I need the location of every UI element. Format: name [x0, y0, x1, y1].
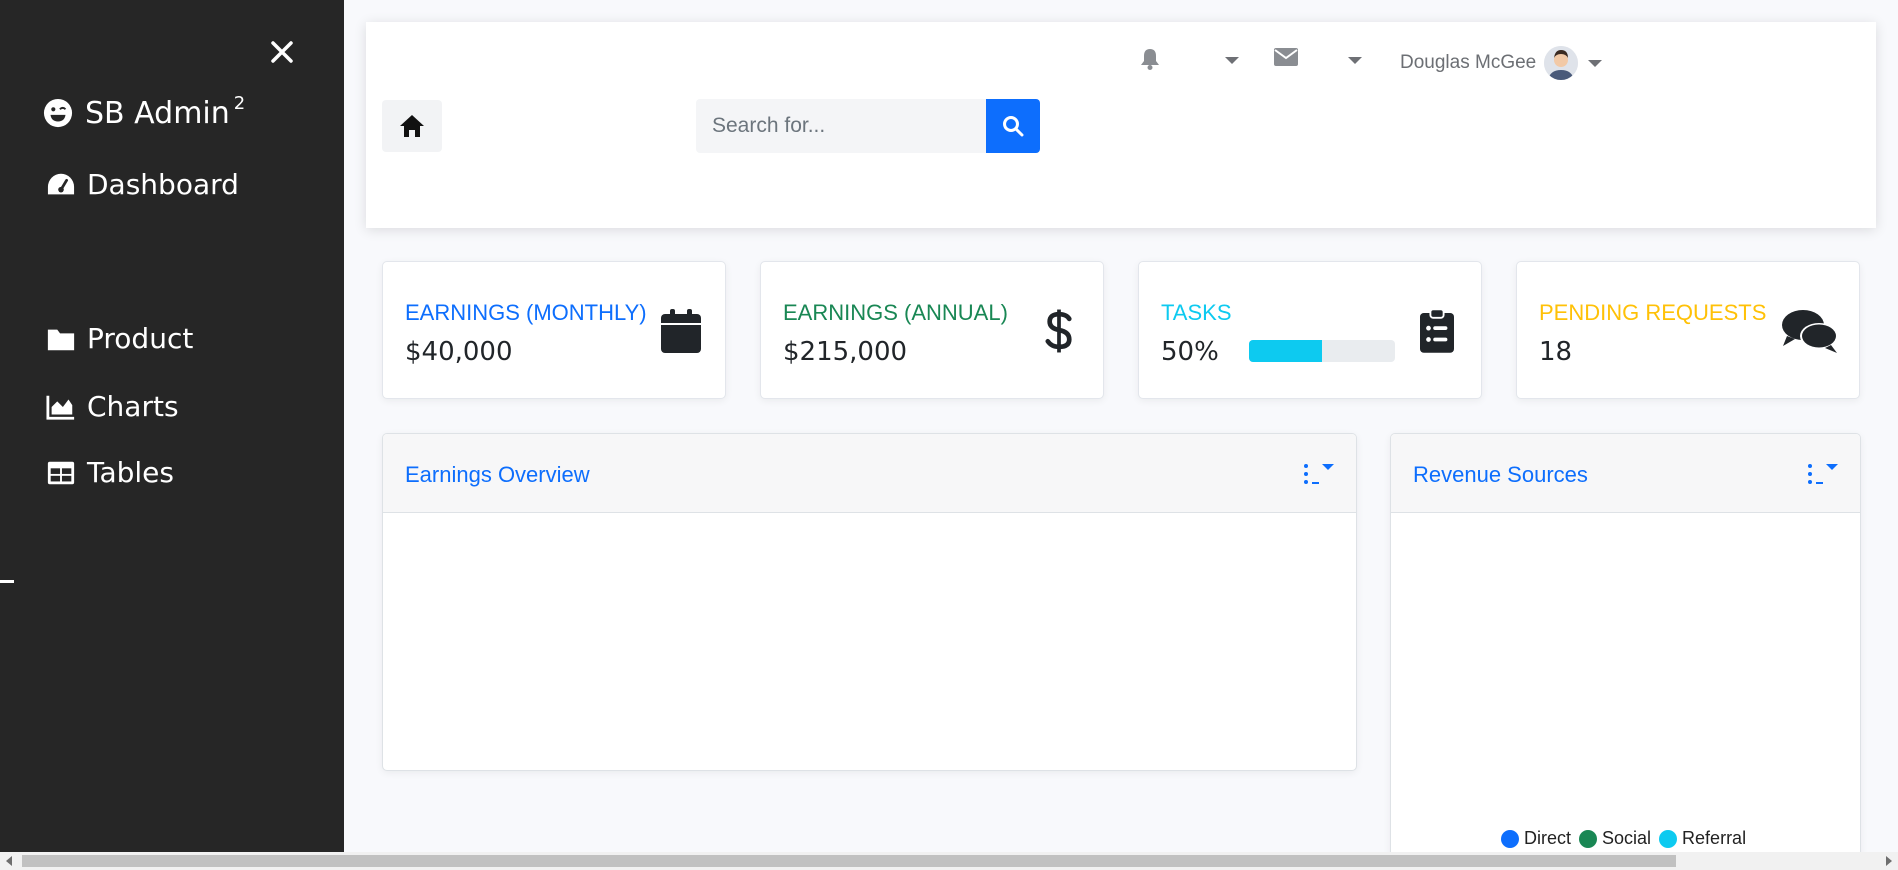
legend-dot — [1579, 829, 1598, 848]
home-icon — [400, 115, 424, 137]
card-label: TASKS — [1161, 300, 1232, 325]
panel-menu-button[interactable] — [1304, 464, 1334, 484]
earnings-overview-panel: Earnings Overview — [382, 433, 1357, 771]
card-value: 50% — [1161, 337, 1219, 367]
caret-down-icon — [1322, 464, 1334, 470]
brand-sup: 2 — [233, 93, 246, 114]
panel-title: Revenue Sources — [1413, 462, 1588, 487]
legend-dot — [1501, 829, 1519, 848]
search-button[interactable] — [986, 99, 1040, 153]
tasks-card: TASKS 50% — [1138, 261, 1482, 399]
sidebar-item-label: Dashboard — [87, 168, 239, 201]
user-caret-icon — [1588, 59, 1603, 67]
earnings-monthly-card: EARNINGS (MONTHLY) $40,000 — [382, 261, 726, 399]
horizontal-scrollbar[interactable] — [0, 852, 1898, 870]
tasks-progress-fill — [1249, 340, 1322, 362]
earnings-annual-card: EARNINGS (ANNUAL) $215,000 — [760, 261, 1104, 399]
messages-caret-icon[interactable] — [1348, 57, 1362, 64]
envelope-icon — [1274, 48, 1298, 66]
calendar-icon — [659, 306, 703, 356]
sidebar-divider — [0, 580, 14, 583]
card-label: PENDING REQUESTS — [1539, 300, 1767, 325]
card-value: $215,000 — [783, 337, 908, 367]
sidebar-item-label: Tables — [87, 456, 174, 489]
panel-menu-button[interactable] — [1808, 464, 1838, 484]
table-icon — [45, 458, 77, 488]
bell-icon — [1141, 49, 1159, 70]
legend-label: Social — [1602, 828, 1652, 848]
search-input[interactable] — [696, 99, 986, 153]
legend-label: Referral — [1682, 828, 1747, 848]
menu-underline — [1312, 482, 1319, 484]
sidebar: SB Admin 2 Dashboard Product Charts Table… — [0, 0, 344, 852]
laugh-wink-icon — [43, 98, 75, 130]
comments-icon — [1781, 306, 1839, 356]
messages-button[interactable] — [1274, 48, 1298, 66]
panel-title: Earnings Overview — [405, 462, 590, 487]
brand-text: SB Admin — [85, 96, 230, 131]
scroll-left-icon[interactable] — [6, 856, 12, 866]
sidebar-item-product[interactable]: Product — [45, 322, 193, 355]
topbar: Douglas McGee — [366, 22, 1876, 228]
alerts-button[interactable] — [1140, 48, 1160, 70]
folder-icon — [45, 324, 77, 354]
legend-dot — [1659, 829, 1678, 848]
ellipsis-vertical-icon — [1808, 464, 1812, 484]
legend-item-referral: Referral — [1659, 828, 1746, 849]
sidebar-item-label: Product — [87, 322, 194, 355]
area-chart-icon — [45, 392, 77, 422]
sidebar-item-charts[interactable]: Charts — [45, 390, 179, 423]
pending-requests-card: PENDING REQUESTS 18 — [1516, 261, 1860, 399]
close-icon[interactable] — [266, 36, 298, 68]
user-name: Douglas McGee — [1400, 52, 1537, 73]
search-icon — [1003, 116, 1024, 137]
scroll-right-icon[interactable] — [1886, 856, 1892, 866]
legend-label: Direct — [1524, 828, 1572, 848]
tasks-progress-bar — [1249, 340, 1395, 362]
ellipsis-vertical-icon — [1304, 464, 1308, 484]
card-label: EARNINGS (ANNUAL) — [783, 300, 1008, 325]
legend-item-social: Social — [1579, 828, 1651, 849]
dollar-icon — [1037, 306, 1081, 356]
home-button[interactable] — [382, 100, 442, 152]
clipboard-list-icon — [1415, 306, 1459, 356]
chart-legend: Direct Social Referral — [1501, 828, 1754, 849]
panel-header: Revenue Sources — [1391, 434, 1860, 513]
card-value: $40,000 — [405, 337, 513, 367]
gauge-icon — [45, 170, 77, 200]
sidebar-item-label: Charts — [87, 390, 179, 423]
menu-underline — [1816, 482, 1823, 484]
avatar — [1544, 46, 1579, 80]
card-value: 18 — [1539, 337, 1573, 367]
scrollbar-thumb[interactable] — [22, 855, 1676, 867]
revenue-sources-panel: Revenue Sources Direct Social Referral — [1390, 433, 1861, 870]
sidebar-item-dashboard[interactable]: Dashboard — [45, 168, 239, 201]
brand[interactable]: SB Admin 2 — [43, 93, 246, 131]
sidebar-item-tables[interactable]: Tables — [45, 456, 174, 489]
card-label: EARNINGS (MONTHLY) — [405, 300, 647, 325]
user-menu[interactable]: Douglas McGee — [1400, 46, 1603, 80]
panel-header: Earnings Overview — [383, 434, 1356, 513]
caret-down-icon — [1826, 464, 1838, 470]
alerts-caret-icon[interactable] — [1225, 57, 1239, 64]
legend-item-direct: Direct — [1501, 828, 1571, 849]
